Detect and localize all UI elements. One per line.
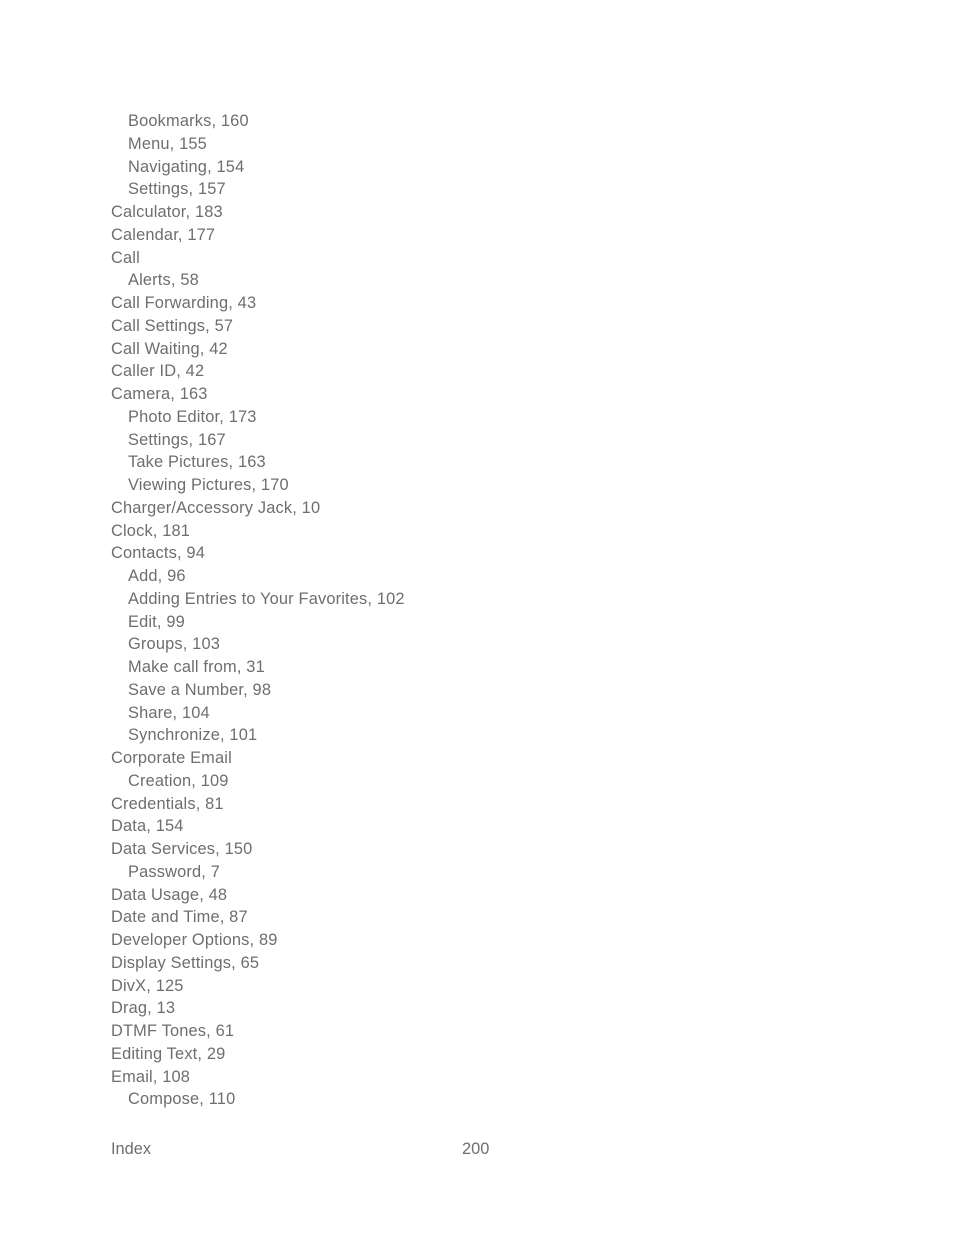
index-entry: Password, 7 [128,862,220,881]
index-entry: Share, 104 [128,703,210,722]
index-entry: Viewing Pictures, 170 [128,476,289,494]
index-entry: Date and Time, 87 [111,908,248,927]
index-entry: Editing Text, 29 [111,1044,226,1063]
index-entry: Email, 108 [111,1067,191,1086]
index-entry: Groups, 103 [128,635,221,654]
index-entry: Take Pictures, 163 [128,453,266,472]
index-entry: Call [111,248,140,267]
index-entry: Alerts, 58 [128,271,199,290]
index-entry: Calculator, 183 [111,203,223,221]
index-entry: Data Services, 150 [111,840,253,858]
index-entry: Caller ID, 42 [111,362,205,381]
index-entry: Developer Options, 89 [111,931,278,949]
page-footer: Index 200 [111,1138,631,1162]
index-page: Bookmarks, 160 Menu, 155 Navigating, 154 Se… [0,0,954,1235]
index-entry: Settings, 157 [128,180,226,199]
index-entry: Synchronize, 101 [128,726,258,745]
footer-section-label: Index [111,1140,152,1158]
index-entry: Make call from, 31 [128,658,265,676]
index-entry: Save a Number, 98 [128,680,272,699]
index-entry: Bookmarks, 160 [128,112,249,130]
index-entry: Data Usage, 48 [111,885,228,904]
index-entry: Add, 96 [128,567,186,585]
index-entry: Navigating, 154 [128,157,245,176]
index-entry: Charger/Accessory Jack, 10 [111,498,321,517]
index-entry: Call Settings, 57 [111,316,234,335]
index-entry: Contacts, 94 [111,544,205,563]
index-entry: Adding Entries to Your Favorites, 102 [128,589,405,608]
footer-page-number: 200 [462,1140,490,1158]
index-entry: Clock, 181 [111,521,191,540]
index-entry: Photo Editor, 173 [128,407,257,426]
index-entry: DTMF Tones, 61 [111,1022,235,1040]
index-entry: Edit, 99 [128,612,185,631]
index-entry: Data, 154 [111,817,184,836]
index-entry-list: Bookmarks, 160 Menu, 155 Navigating, 154 Se… [111,110,631,1111]
index-entry: Credentials, 81 [111,794,224,813]
index-entry: Display Settings, 65 [111,953,260,972]
index-entry: Calendar, 177 [111,225,216,244]
index-entry: Drag, 13 [111,999,176,1018]
index-entry: DivX, 125 [111,976,184,995]
index-entry: Call Waiting, 42 [111,339,228,358]
index-entry: Call Forwarding, 43 [111,294,257,312]
index-entry: Camera, 163 [111,385,208,403]
index-entry: Menu, 155 [128,134,207,153]
index-entry: Compose, 110 [128,1090,236,1109]
index-entry: Creation, 109 [128,771,229,790]
index-entry: Settings, 167 [128,430,226,449]
index-entry: Corporate Email [111,749,232,767]
